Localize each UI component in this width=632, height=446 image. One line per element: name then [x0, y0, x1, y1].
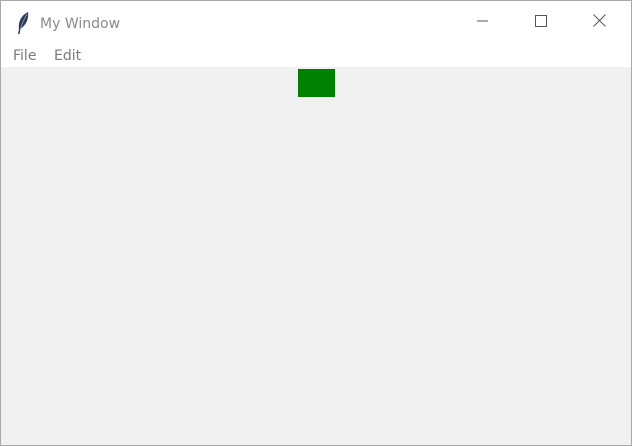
menu-edit[interactable]: Edit [54, 47, 81, 65]
maximize-icon [535, 12, 547, 31]
minimize-button[interactable] [455, 1, 511, 41]
minimize-icon [477, 12, 489, 31]
app-window: My Window File Edit [0, 0, 632, 446]
menu-file[interactable]: File [13, 47, 36, 65]
title-bar[interactable]: My Window [1, 1, 631, 41]
close-button[interactable] [571, 1, 627, 41]
green-rectangle [298, 69, 335, 97]
canvas-area[interactable] [1, 67, 631, 445]
maximize-button[interactable] [513, 1, 569, 41]
close-icon [592, 12, 606, 31]
menu-bar: File Edit [1, 41, 631, 67]
window-title: My Window [40, 16, 121, 32]
feather-icon [14, 11, 32, 35]
